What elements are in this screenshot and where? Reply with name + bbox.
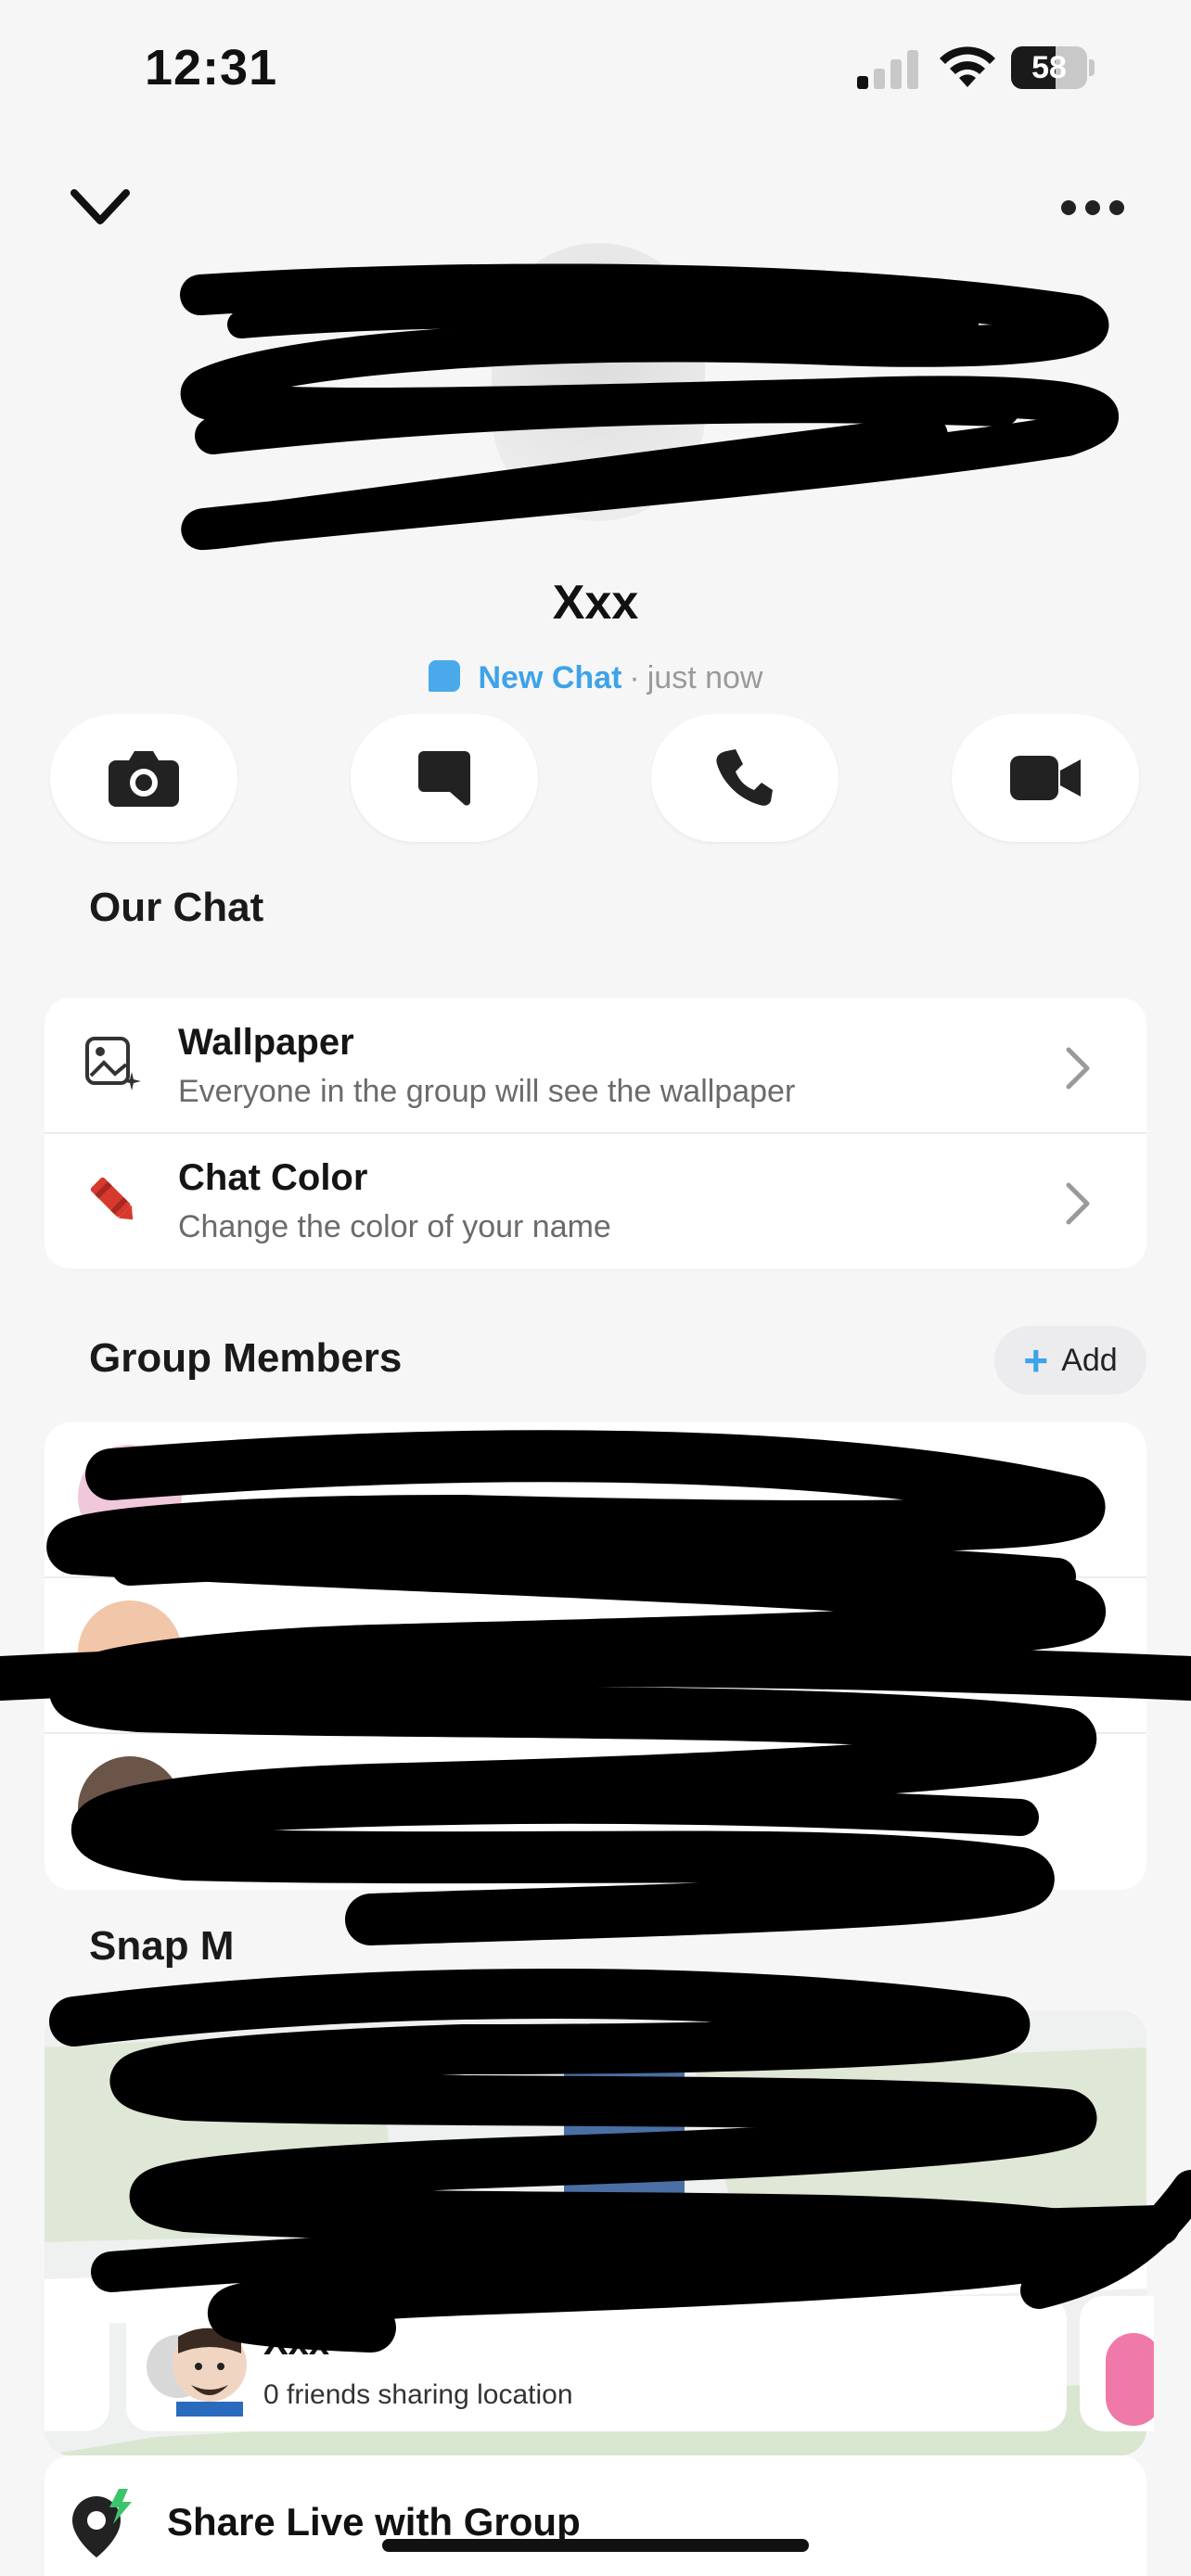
group-name[interactable]: Xxx: [0, 575, 1191, 631]
status-time: 12:31: [145, 40, 278, 96]
chat-bubble-icon: [428, 660, 460, 692]
snap-map-title: Snap M: [89, 1923, 235, 1969]
chat-status-label: New Chat: [478, 660, 622, 695]
crayon-icon: [90, 1177, 134, 1220]
group-avatar[interactable]: [492, 243, 705, 521]
member-row[interactable]: M: [45, 1422, 1146, 1576]
chat-color-row[interactable]: Chat Color Change the color of your name: [45, 1133, 1146, 1269]
member-row[interactable]: ow: [45, 1578, 1146, 1732]
call-button[interactable]: [651, 714, 839, 842]
battery-percent: 58: [1031, 50, 1067, 85]
our-chat-title: Our Chat: [89, 885, 264, 930]
member-avatar: [78, 1756, 182, 1860]
cellular-signal-icon: [857, 50, 918, 89]
our-chat-card: Wallpaper Everyone in the group will see…: [45, 998, 1146, 1269]
plus-icon: +: [1023, 1336, 1049, 1384]
chat-icon: [418, 751, 471, 806]
chevron-down-icon[interactable]: [67, 182, 134, 234]
location-card-next[interactable]: [1080, 2296, 1154, 2431]
location-pin-icon: [72, 2489, 132, 2557]
video-call-button[interactable]: [952, 714, 1139, 842]
member-avatar: [78, 1600, 182, 1704]
status-separator: ·: [629, 660, 640, 695]
add-member-label: Add: [1061, 1342, 1118, 1378]
chevron-right-icon: [1066, 1047, 1090, 1090]
member-name: n Bridges: [314, 1771, 477, 1810]
chat-status: New Chat · just now: [0, 660, 1191, 696]
phone-icon: [716, 749, 773, 806]
member-avatar: [78, 1445, 182, 1549]
battery-indicator: 58: [1011, 46, 1096, 89]
group-members-card: M ow n Bridges: [45, 1422, 1146, 1890]
wallpaper-subtitle: Everyone in the group will see the wallp…: [178, 1074, 796, 1109]
location-card-name: Xxx: [263, 2322, 330, 2363]
friends-bitmoji-avatar: [147, 2327, 247, 2417]
chat-color-subtitle: Change the color of your name: [178, 1209, 611, 1244]
wifi-icon: [940, 46, 995, 87]
location-card[interactable]: [126, 2296, 1067, 2431]
more-horizontal-icon[interactable]: [1059, 191, 1126, 224]
camera-button[interactable]: [50, 714, 237, 842]
wallpaper-title: Wallpaper: [178, 1022, 354, 1063]
member-name: ow: [314, 1615, 363, 1654]
group-members-title: Group Members: [89, 1335, 403, 1381]
wallpaper-icon: [85, 1037, 141, 1090]
wallpaper-row[interactable]: Wallpaper Everyone in the group will see…: [45, 998, 1146, 1133]
location-card-subtitle: 0 friends sharing location: [263, 2379, 573, 2410]
chevron-right-icon: [1066, 1182, 1090, 1225]
location-card-prev[interactable]: [45, 2296, 109, 2431]
share-live-label: Share Live with Group: [167, 2500, 581, 2544]
home-indicator[interactable]: [382, 2539, 809, 2552]
member-row[interactable]: n Bridges: [45, 1734, 1146, 1888]
chat-button[interactable]: [351, 714, 538, 842]
member-name: M: [211, 1460, 241, 1498]
chat-status-time: just now: [647, 660, 763, 695]
camera-icon: [109, 751, 179, 807]
chat-color-title: Chat Color: [178, 1157, 368, 1198]
video-icon: [1010, 756, 1081, 800]
add-member-button[interactable]: + Add: [994, 1326, 1146, 1395]
